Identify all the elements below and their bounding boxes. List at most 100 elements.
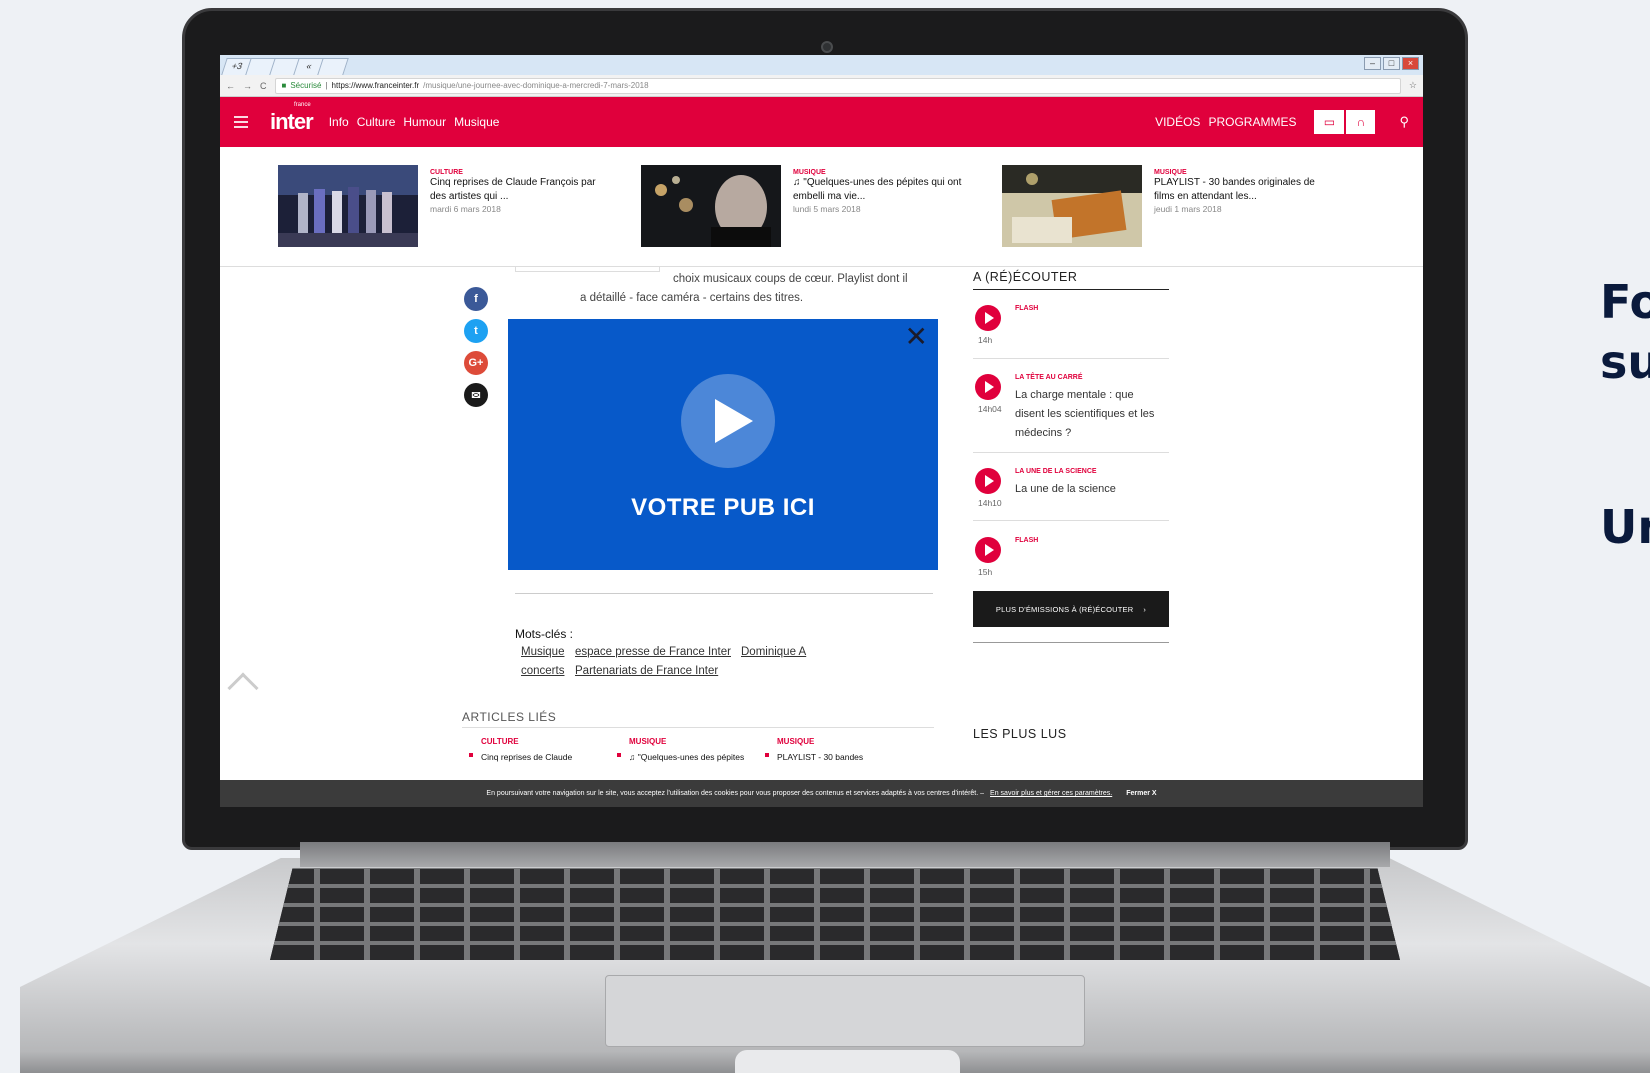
cookie-close-button[interactable]: Fermer X <box>1126 790 1156 797</box>
play-icon[interactable] <box>975 468 1001 494</box>
twitter-icon[interactable]: t <box>464 319 488 343</box>
teaser-date: jeudi 1 mars 2018 <box>1154 204 1222 214</box>
related-category: MUSIQUE <box>629 737 667 746</box>
keyword-link[interactable]: Dominique A <box>741 646 806 658</box>
teaser-card[interactable]: MUSIQUE ♫ "Quelques-unes des pépites qui… <box>641 165 961 247</box>
cookie-banner: En poursuivant votre navigation sur le s… <box>220 780 1423 807</box>
teaser-category: MUSIQUE <box>1154 169 1187 176</box>
new-tab-button[interactable] <box>317 58 349 75</box>
teaser-category: CULTURE <box>430 169 463 176</box>
keyword-link[interactable]: Partenariats de France Inter <box>575 665 718 677</box>
divider <box>973 520 1169 521</box>
cookie-settings-link[interactable]: En savoir plus et gérer ces paramètres. <box>990 790 1112 797</box>
address-input[interactable]: ■ Sécurisé | https://www.franceinter.fr /… <box>274 77 1401 94</box>
maximize-icon[interactable]: □ <box>1383 57 1400 70</box>
play-icon[interactable] <box>681 374 775 468</box>
google-plus-icon[interactable]: G+ <box>464 351 488 375</box>
play-icon[interactable] <box>975 305 1001 331</box>
forward-arrow-icon[interactable]: → <box>243 81 252 91</box>
facebook-icon[interactable]: f <box>464 287 488 311</box>
article-image-frame <box>515 267 660 272</box>
listen-time: 14h <box>978 335 993 345</box>
related-item[interactable]: CULTURE Cinq reprises de Claude <box>469 737 631 762</box>
related-category: MUSIQUE <box>777 737 815 746</box>
teaser-title[interactable]: PLAYLIST - 30 bandes originales de films… <box>1154 176 1324 204</box>
headphones-icon[interactable]: ∩ <box>1345 110 1376 134</box>
lock-icon: ■ <box>281 81 287 90</box>
reload-icon[interactable]: C <box>260 81 267 91</box>
more-episodes-button[interactable]: PLUS D'ÉMISSIONS À (RÉ)ÉCOUTER › <box>973 591 1169 627</box>
cookie-text: En poursuivant votre navigation sur le s… <box>486 790 985 797</box>
search-icon[interactable]: ⚲ <box>1399 114 1409 130</box>
divider <box>973 642 1169 643</box>
close-icon[interactable]: ✕ <box>905 323 928 351</box>
video-ad-overlay[interactable]: ✕ VOTRE PUB ICI <box>508 319 938 570</box>
teaser-card[interactable]: CULTURE Cinq reprises de Claude François… <box>278 165 598 247</box>
play-icon[interactable] <box>975 374 1001 400</box>
ad-label: VOTRE PUB ICI <box>631 494 815 521</box>
keyboard <box>270 868 1400 960</box>
article-content: choix musicaux coups de cœur. Playlist d… <box>220 267 1423 762</box>
listen-category: LA UNE DE LA SCIENCE <box>1015 468 1097 475</box>
related-title[interactable]: ♫ "Quelques-unes des pépites <box>617 752 779 762</box>
keyword-link[interactable]: espace presse de France Inter <box>575 646 731 658</box>
teaser-date: lundi 5 mars 2018 <box>793 204 861 214</box>
nav-link-humour[interactable]: Humour <box>403 115 446 129</box>
play-icon[interactable] <box>975 537 1001 563</box>
tab-bar: +3 « – □ × <box>220 55 1423 75</box>
listen-title[interactable]: La charge mentale : que disent les scien… <box>1015 386 1165 443</box>
logo-small-label: france <box>294 102 311 108</box>
side-text-2: su <box>1600 335 1650 389</box>
divider <box>973 452 1169 453</box>
menu-icon[interactable] <box>234 113 248 131</box>
most-read-heading: LES PLUS LUS <box>973 727 1067 741</box>
tv-icon[interactable]: ▭ <box>1314 110 1345 134</box>
teaser-category: MUSIQUE <box>793 169 826 176</box>
listen-time: 14h04 <box>978 404 1002 414</box>
keywords-title: Mots-clés : <box>515 627 574 641</box>
article-lead-line: choix musicaux coups de cœur. Playlist d… <box>673 273 908 285</box>
email-icon[interactable]: ✉ <box>464 383 488 407</box>
related-title[interactable]: Cinq reprises de Claude <box>469 752 631 762</box>
close-icon[interactable]: × <box>1402 57 1419 70</box>
listen-category: LA TÊTE AU CARRÉ <box>1015 374 1083 381</box>
france-inter-logo[interactable]: inter france <box>270 102 314 135</box>
related-heading: ARTICLES LIÉS <box>462 710 557 724</box>
nav-link-videos[interactable]: VIDÉOS <box>1155 115 1200 129</box>
listen-category: FLASH <box>1015 305 1039 312</box>
related-item[interactable]: MUSIQUE PLAYLIST - 30 bandes <box>765 737 927 762</box>
scroll-top-icon[interactable] <box>227 672 259 704</box>
side-text-1: Fo <box>1600 275 1650 329</box>
listen-time: 15h <box>978 567 993 577</box>
teaser-strip: CULTURE Cinq reprises de Claude François… <box>220 147 1423 267</box>
teaser-card[interactable]: MUSIQUE PLAYLIST - 30 bandes originales … <box>1002 165 1322 247</box>
listen-time: 14h10 <box>978 498 1002 508</box>
side-text-3: Un <box>1600 500 1650 554</box>
back-arrow-icon[interactable]: ← <box>226 81 235 91</box>
keyword-link[interactable]: Musique <box>521 646 564 658</box>
more-episodes-label: PLUS D'ÉMISSIONS À (RÉ)ÉCOUTER <box>995 604 1134 614</box>
divider <box>515 593 933 594</box>
divider <box>462 727 934 728</box>
bookmark-star-icon[interactable]: ☆ <box>1409 80 1417 91</box>
teaser-title[interactable]: ♫ "Quelques-unes des pépites qui ont emb… <box>793 176 963 204</box>
nav-link-musique[interactable]: Musique <box>454 115 499 129</box>
related-title[interactable]: PLAYLIST - 30 bandes <box>765 752 927 762</box>
laptop-hinge <box>300 842 1390 867</box>
window-controls: – □ × <box>1364 57 1419 70</box>
article-lead-line: a détaillé - face caméra - certains des … <box>580 292 804 304</box>
keyword-link[interactable]: concerts <box>521 665 564 677</box>
webcam <box>821 41 833 53</box>
minimize-icon[interactable]: – <box>1364 57 1381 70</box>
nav-link-info[interactable]: Info <box>329 115 349 129</box>
laptop-notch <box>735 1050 960 1073</box>
teaser-title[interactable]: Cinq reprises de Claude François par des… <box>430 176 600 204</box>
listen-category: FLASH <box>1015 537 1039 544</box>
header-right: VIDÉOS PROGRAMMES ▭ ∩ ⚲ <box>1155 97 1409 147</box>
chevron-right-icon: › <box>1143 604 1147 614</box>
related-item[interactable]: MUSIQUE ♫ "Quelques-unes des pépites <box>617 737 779 762</box>
listen-title[interactable]: La une de la science <box>1015 480 1165 499</box>
nav-link-programmes[interactable]: PROGRAMMES <box>1208 115 1296 129</box>
site-header: inter france Info Culture Humour Musique… <box>220 97 1423 147</box>
nav-link-culture[interactable]: Culture <box>357 115 396 129</box>
